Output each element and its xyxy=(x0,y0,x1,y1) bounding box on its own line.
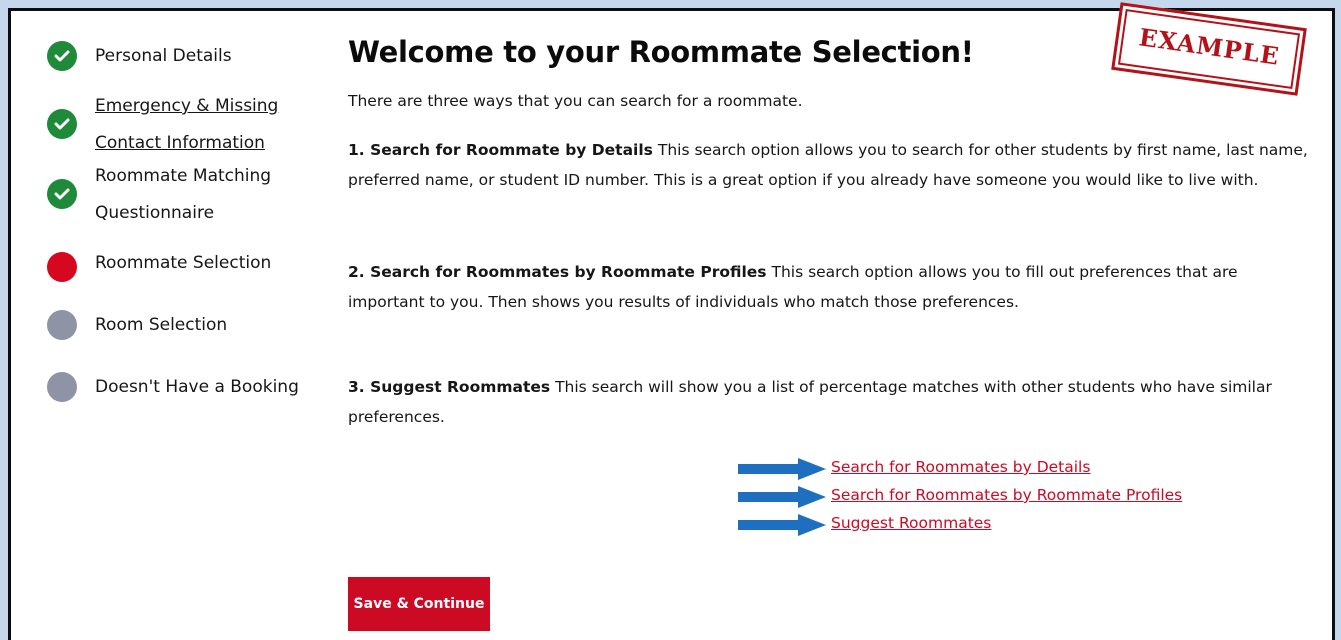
current-step-indicator xyxy=(47,252,77,282)
option-suggest: 3. Suggest Roommates This search will sh… xyxy=(348,373,1308,432)
intro-text: There are three ways that you can search… xyxy=(348,92,803,110)
option-heading: 1. Search for Roommate by Details xyxy=(348,141,653,159)
step-label: Room Selection xyxy=(95,315,228,335)
step-link-line-2[interactable]: Contact Information xyxy=(95,128,265,158)
option-heading: 3. Suggest Roommates xyxy=(348,378,551,396)
option-details: 1. Search for Roommate by Details This s… xyxy=(348,136,1308,195)
check-icon xyxy=(47,109,77,139)
check-icon xyxy=(47,179,77,209)
arrow-right-icon xyxy=(738,514,826,536)
check-icon xyxy=(47,41,77,71)
search-by-details-link[interactable]: Search for Roommates by Details xyxy=(831,458,1090,476)
step-label-line-1: Roommate Matching xyxy=(95,166,272,186)
option-heading: 2. Search for Roommates by Roommate Prof… xyxy=(348,263,767,281)
arrow-right-icon xyxy=(738,458,826,480)
step-label: Roommate Selection xyxy=(95,253,272,273)
step-label: Personal Details xyxy=(95,46,232,66)
option-profiles: 2. Search for Roommates by Roommate Prof… xyxy=(348,258,1308,317)
step-label: Doesn't Have a Booking xyxy=(95,377,299,397)
example-stamp: EXAMPLE xyxy=(1111,2,1307,96)
step-link-line-1[interactable]: Emergency & Missing xyxy=(95,91,278,121)
content-panel: Personal Details Emergency & Missing Con… xyxy=(8,2,1335,640)
save-continue-button[interactable]: Save & Continue xyxy=(348,577,490,631)
page-title: Welcome to your Roommate Selection! xyxy=(348,35,974,69)
step-label-line-2: Questionnaire xyxy=(95,203,215,223)
search-by-profiles-link[interactable]: Search for Roommates by Roommate Profile… xyxy=(831,486,1182,504)
pending-step-indicator xyxy=(47,310,77,340)
pending-step-indicator xyxy=(47,372,77,402)
suggest-roommates-link[interactable]: Suggest Roommates xyxy=(831,514,991,532)
arrow-right-icon xyxy=(738,486,826,508)
